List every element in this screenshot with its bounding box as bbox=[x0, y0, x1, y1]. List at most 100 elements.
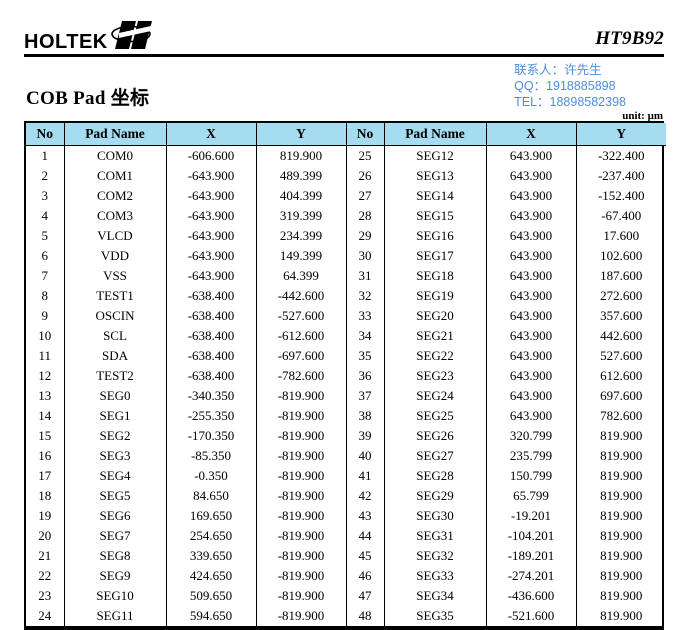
cell-no-left: 15 bbox=[26, 426, 65, 446]
cell-x-right: 320.799 bbox=[486, 426, 577, 446]
cell-x-right: 643.900 bbox=[486, 266, 577, 286]
cell-y-left: -612.600 bbox=[256, 326, 347, 346]
cell-no-left: 9 bbox=[26, 306, 65, 326]
cell-x-right: 643.900 bbox=[486, 186, 577, 206]
table-body: 1 COM0 -606.600 819.900 25 SEG12 643.900 -322.4… bbox=[26, 145, 666, 626]
cell-padname-left: TEST1 bbox=[64, 286, 167, 306]
cell-y-right: 819.900 bbox=[600, 428, 643, 443]
cell-no-right: 30 bbox=[346, 246, 385, 266]
cell-padname-left: COM2 bbox=[64, 186, 167, 206]
cell-padname-right: SEG30 bbox=[384, 506, 487, 526]
cell-y-left: -819.900 bbox=[256, 466, 347, 486]
cell-y-right: 819.900 bbox=[600, 528, 643, 543]
column-header-x-left: X bbox=[166, 123, 257, 146]
title-band: COB Pad 坐标 联系人：许先生 QQ：1918885898 TEL：188… bbox=[24, 57, 664, 122]
table-header-row: No Pad Name X Y No Pad Name X Y bbox=[26, 123, 666, 146]
table-row: 3 COM2 -643.900 404.399 27 SEG14 643.900 -152.4… bbox=[26, 186, 666, 206]
cell-x-right: 643.900 bbox=[486, 246, 577, 266]
cell-padname-left: SEG0 bbox=[64, 386, 167, 406]
cell-padname-right: SEG12 bbox=[384, 145, 487, 166]
cell-padname-right: SEG35 bbox=[384, 606, 487, 626]
cell-no-left: 6 bbox=[26, 246, 65, 266]
cell-padname-right: SEG18 bbox=[384, 266, 487, 286]
cell-x-left: -643.900 bbox=[166, 266, 257, 286]
cell-no-right: 41 bbox=[346, 466, 385, 486]
cell-no-right: 47 bbox=[346, 586, 385, 606]
cell-padname-left: COM3 bbox=[64, 206, 167, 226]
cell-y-right: 357.600 bbox=[600, 308, 643, 323]
cell-y-left: 319.399 bbox=[256, 206, 347, 226]
cell-x-right: 643.900 bbox=[486, 306, 577, 326]
table-row: 5 VLCD -643.900 234.399 29 SEG16 643.900 17.600 bbox=[26, 226, 666, 246]
table-row: 8 TEST1 -638.400 -442.600 32 SEG19 643.900 272.… bbox=[26, 286, 666, 306]
cell-x-right: -274.201 bbox=[486, 566, 577, 586]
cell-no-left: 11 bbox=[26, 346, 65, 366]
cell-no-left: 17 bbox=[26, 466, 65, 486]
cell-y-right: 819.900 bbox=[600, 568, 643, 583]
cell-x-right: -189.201 bbox=[486, 546, 577, 566]
pad-coordinates-table-wrapper: No Pad Name X Y No Pad Name X Y 1 COM0 -60… bbox=[24, 121, 666, 626]
part-number: HT9B92 bbox=[595, 28, 664, 49]
cell-no-right: 40 bbox=[346, 446, 385, 466]
cell-y-left: -442.600 bbox=[256, 286, 347, 306]
cell-y-left: -697.600 bbox=[256, 346, 347, 366]
cell-no-right: 33 bbox=[346, 306, 385, 326]
cell-y-right: 697.600 bbox=[600, 388, 643, 403]
cell-y-left: -819.900 bbox=[256, 586, 347, 606]
cell-x-right: 235.799 bbox=[486, 446, 577, 466]
cell-x-left: -638.400 bbox=[166, 366, 257, 386]
cell-x-left: 424.650 bbox=[166, 566, 257, 586]
cell-y-right: 187.600 bbox=[600, 268, 643, 283]
cell-no-right: 31 bbox=[346, 266, 385, 286]
cell-y-left: -819.900 bbox=[256, 606, 347, 626]
table-row: 16 SEG3 -85.350 -819.900 40 SEG27 235.799 819.9… bbox=[26, 446, 666, 466]
cell-no-right: 26 bbox=[346, 166, 385, 186]
cell-x-left: -638.400 bbox=[166, 346, 257, 366]
cell-no-left: 8 bbox=[26, 286, 65, 306]
cell-y-right: 819.900 bbox=[600, 608, 643, 623]
table-row: 13 SEG0 -340.350 -819.900 37 SEG24 643.900 697.… bbox=[26, 386, 666, 406]
cell-y-right: 442.600 bbox=[600, 328, 643, 343]
cell-x-right: -521.600 bbox=[486, 606, 577, 626]
cell-x-right: -19.201 bbox=[486, 506, 577, 526]
cell-x-right: 643.900 bbox=[486, 206, 577, 226]
cell-padname-left: SEG9 bbox=[64, 566, 167, 586]
cell-no-right: 38 bbox=[346, 406, 385, 426]
cell-padname-right: SEG21 bbox=[384, 326, 487, 346]
table-row: 20 SEG7 254.650 -819.900 44 SEG31 -104.201 819.… bbox=[26, 526, 666, 546]
column-header-no-right: No bbox=[346, 123, 385, 146]
cell-no-left: 2 bbox=[26, 166, 65, 186]
cell-y-left: 149.399 bbox=[256, 246, 347, 266]
cell-no-left: 19 bbox=[26, 506, 65, 526]
table-row: 15 SEG2 -170.350 -819.900 39 SEG26 320.799 819.… bbox=[26, 426, 666, 446]
cell-padname-left: VLCD bbox=[64, 226, 167, 246]
cell-no-left: 18 bbox=[26, 486, 65, 506]
cell-no-left: 23 bbox=[26, 586, 65, 606]
contact-info-block: 联系人：许先生 QQ：1918885898 TEL：18898582398 bbox=[514, 62, 626, 110]
cell-no-left: 16 bbox=[26, 446, 65, 466]
page-header: HOLTEK HT9B92 bbox=[24, 0, 664, 54]
cell-y-left: -819.900 bbox=[256, 386, 347, 406]
cell-y-right: 819.900 bbox=[600, 448, 643, 463]
cell-x-left: 84.650 bbox=[166, 486, 257, 506]
holtek-logo: HOLTEK bbox=[24, 15, 157, 52]
cell-no-right: 44 bbox=[346, 526, 385, 546]
cell-x-left: -606.600 bbox=[166, 145, 257, 166]
column-header-no-left: No bbox=[26, 123, 65, 146]
cell-no-right: 39 bbox=[346, 426, 385, 446]
cell-y-right: 272.600 bbox=[600, 288, 643, 303]
cell-padname-left: SEG8 bbox=[64, 546, 167, 566]
column-header-y-left: Y bbox=[256, 123, 347, 146]
cell-y-right: -322.400 bbox=[597, 148, 645, 163]
cell-padname-right: SEG27 bbox=[384, 446, 487, 466]
table-row: 23 SEG10 509.650 -819.900 47 SEG34 -436.600 819… bbox=[26, 586, 666, 606]
cell-x-left: -643.900 bbox=[166, 166, 257, 186]
cell-x-left: 509.650 bbox=[166, 586, 257, 606]
cell-no-right: 43 bbox=[346, 506, 385, 526]
cell-y-left: -819.900 bbox=[256, 426, 347, 446]
cell-padname-right: SEG33 bbox=[384, 566, 487, 586]
cell-x-right: 643.900 bbox=[486, 406, 577, 426]
cell-padname-left: SEG1 bbox=[64, 406, 167, 426]
cell-no-left: 12 bbox=[26, 366, 65, 386]
cell-no-right: 28 bbox=[346, 206, 385, 226]
